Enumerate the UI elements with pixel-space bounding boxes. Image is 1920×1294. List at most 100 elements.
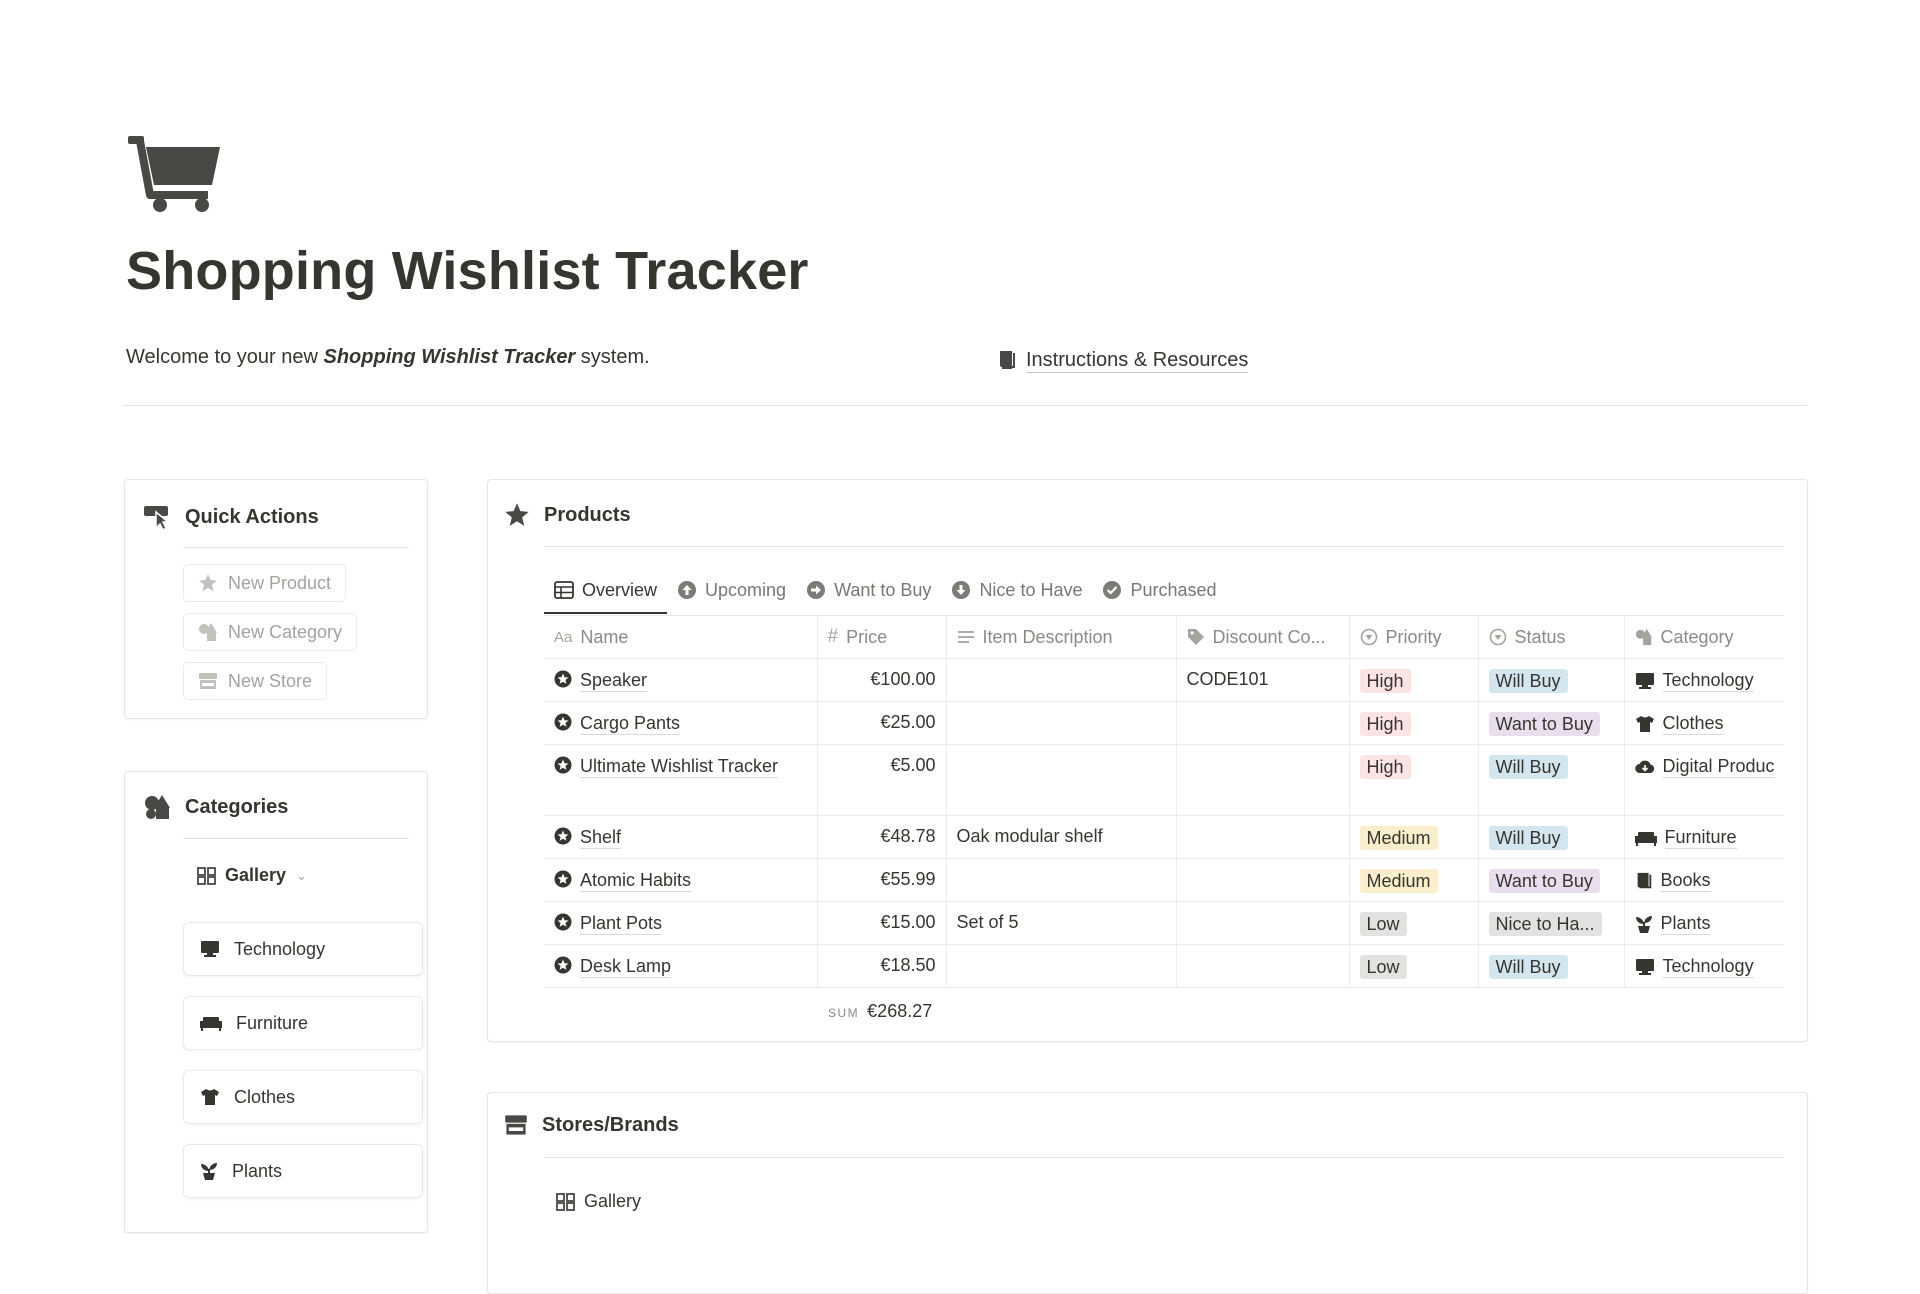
cell-status[interactable]: Will Buy xyxy=(1477,658,1624,702)
store-icon xyxy=(504,1113,528,1137)
category-card-furniture[interactable]: Furniture xyxy=(183,996,423,1050)
cell-priority[interactable]: High xyxy=(1348,658,1478,702)
category-link[interactable]: Digital Produc xyxy=(1662,755,1775,778)
column-header-price[interactable]: # Price xyxy=(816,615,946,659)
table-row[interactable]: Shelf €48.78 Oak modular shelf Medium Will B… xyxy=(544,815,1784,859)
table-row[interactable]: Speaker €100.00 CODE101 High Will Buy Technol… xyxy=(544,658,1784,702)
category-link[interactable]: Technology xyxy=(1662,955,1754,978)
cell-price[interactable]: €55.99 xyxy=(816,858,946,902)
product-name[interactable]: Atomic Habits xyxy=(580,869,692,892)
cell-name[interactable]: Desk Lamp xyxy=(544,944,817,988)
cell-status[interactable]: Will Buy xyxy=(1477,744,1624,816)
star-badge-icon xyxy=(554,870,572,888)
cell-priority[interactable]: High xyxy=(1348,744,1478,816)
cell-discount[interactable] xyxy=(1175,815,1349,859)
tab-want-to-buy[interactable]: Want to Buy xyxy=(796,568,941,612)
cell-priority[interactable]: Medium xyxy=(1348,815,1478,859)
cell-priority[interactable]: High xyxy=(1348,701,1478,745)
column-header-category[interactable]: Category xyxy=(1623,615,1784,659)
tab-nice-to-have[interactable]: Nice to Have xyxy=(941,568,1092,612)
cell-discount[interactable] xyxy=(1175,701,1349,745)
stores-panel: Stores/Brands Gallery xyxy=(487,1092,1808,1294)
cell-description[interactable] xyxy=(945,944,1176,988)
cell-price[interactable]: €5.00 xyxy=(816,744,946,816)
cell-description[interactable] xyxy=(945,858,1176,902)
cell-name[interactable]: Shelf xyxy=(544,815,817,859)
cell-status[interactable]: Want to Buy xyxy=(1477,858,1624,902)
category-link[interactable]: Furniture xyxy=(1664,826,1737,849)
cell-category[interactable]: Furniture xyxy=(1623,815,1784,859)
plant-icon xyxy=(1635,914,1653,934)
cell-category[interactable]: Books xyxy=(1623,858,1784,902)
category-link[interactable]: Plants xyxy=(1660,912,1711,935)
product-name[interactable]: Plant Pots xyxy=(580,912,663,935)
cell-price[interactable]: €18.50 xyxy=(816,944,946,988)
new-store-label: New Store xyxy=(228,670,313,691)
cell-status[interactable]: Want to Buy xyxy=(1477,701,1624,745)
product-name[interactable]: Shelf xyxy=(580,826,622,849)
tab-label: Want to Buy xyxy=(834,579,932,600)
tab-overview[interactable]: Overview xyxy=(544,568,668,614)
column-header-name[interactable]: Aa Name xyxy=(544,615,817,659)
cell-category[interactable]: Clothes xyxy=(1623,701,1784,745)
tab-upcoming[interactable]: Upcoming xyxy=(667,568,796,612)
column-header-priority[interactable]: Priority xyxy=(1348,615,1478,659)
table-row[interactable]: Cargo Pants €25.00 High Want to Buy Clothes xyxy=(544,701,1784,745)
cell-description[interactable]: Set of 5 xyxy=(945,901,1176,945)
cell-discount[interactable] xyxy=(1175,858,1349,902)
cell-category[interactable]: Technology xyxy=(1623,944,1784,988)
cell-priority[interactable]: Medium xyxy=(1348,858,1478,902)
cell-priority[interactable]: Low xyxy=(1348,944,1478,988)
category-card-clothes[interactable]: Clothes xyxy=(183,1070,423,1124)
tab-purchased[interactable]: Purchased xyxy=(1092,568,1226,612)
cell-name[interactable]: Ultimate Wishlist Tracker xyxy=(544,744,817,816)
cell-category[interactable]: Digital Produc xyxy=(1623,744,1784,816)
cell-price[interactable]: €48.78 xyxy=(816,815,946,859)
gallery-view-selector[interactable]: Gallery ⌄ xyxy=(197,865,307,886)
cell-name[interactable]: Cargo Pants xyxy=(544,701,817,745)
table-row[interactable]: Ultimate Wishlist Tracker €5.00 High Will B… xyxy=(544,744,1784,816)
products-view-tabs: Overview Upcoming Want to Buy Nice to Ha… xyxy=(544,568,1227,614)
cell-status[interactable]: Will Buy xyxy=(1477,815,1624,859)
cell-discount[interactable]: CODE101 xyxy=(1175,658,1349,702)
cell-name[interactable]: Atomic Habits xyxy=(544,858,817,902)
product-name[interactable]: Desk Lamp xyxy=(580,955,672,978)
cell-price[interactable]: €25.00 xyxy=(816,701,946,745)
cell-description[interactable]: Oak modular shelf xyxy=(945,815,1176,859)
cell-discount[interactable] xyxy=(1175,744,1349,816)
cell-name[interactable]: Speaker xyxy=(544,658,817,702)
product-name[interactable]: Speaker xyxy=(580,669,648,692)
column-header-status[interactable]: Status xyxy=(1477,615,1624,659)
cell-status[interactable]: Nice to Ha... xyxy=(1477,901,1624,945)
cell-description[interactable] xyxy=(945,701,1176,745)
cell-name[interactable]: Plant Pots xyxy=(544,901,817,945)
category-link[interactable]: Clothes xyxy=(1662,712,1724,735)
cell-status[interactable]: Will Buy xyxy=(1477,944,1624,988)
cell-category[interactable]: Plants xyxy=(1623,901,1784,945)
product-name[interactable]: Cargo Pants xyxy=(580,712,681,735)
stores-gallery-view-tab[interactable]: Gallery xyxy=(556,1191,641,1212)
cell-discount[interactable] xyxy=(1175,944,1349,988)
column-header-discount[interactable]: Discount Co... xyxy=(1175,615,1349,659)
category-link[interactable]: Books xyxy=(1660,869,1711,892)
category-card-plants[interactable]: Plants xyxy=(183,1144,423,1198)
instructions-link[interactable]: Instructions & Resources xyxy=(998,346,1249,374)
product-name[interactable]: Ultimate Wishlist Tracker xyxy=(580,755,779,778)
new-category-button[interactable]: New Category xyxy=(183,613,358,651)
cell-category[interactable]: Technology xyxy=(1623,658,1784,702)
category-link[interactable]: Technology xyxy=(1662,669,1754,692)
new-product-button[interactable]: New Product xyxy=(183,564,347,602)
cell-price[interactable]: €100.00 xyxy=(816,658,946,702)
column-header-description[interactable]: Item Description xyxy=(945,615,1176,659)
table-row[interactable]: Desk Lamp €18.50 Low Will Buy Technology xyxy=(544,944,1784,988)
cell-priority[interactable]: Low xyxy=(1348,901,1478,945)
new-store-button[interactable]: New Store xyxy=(183,662,328,700)
cell-discount[interactable] xyxy=(1175,901,1349,945)
category-card-technology[interactable]: Technology xyxy=(183,922,423,976)
table-row[interactable]: Atomic Habits €55.99 Medium Want to Buy Book… xyxy=(544,858,1784,902)
cell-description[interactable] xyxy=(945,658,1176,702)
cell-description[interactable] xyxy=(945,744,1176,816)
table-row[interactable]: Plant Pots €15.00 Set of 5 Low Nice to Ha...… xyxy=(544,901,1784,945)
tag-icon xyxy=(1187,628,1205,646)
cell-price[interactable]: €15.00 xyxy=(816,901,946,945)
